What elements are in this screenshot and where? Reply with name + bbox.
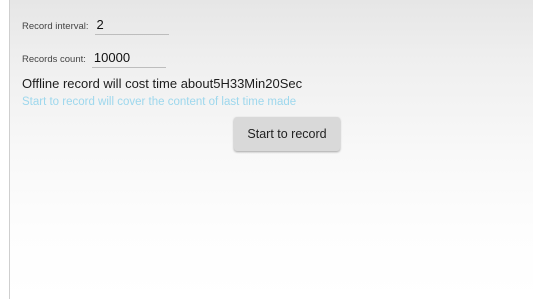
record-interval-label: Record interval: [22, 21, 89, 32]
cost-time-message: Offline record will cost time about5H33M… [22, 76, 303, 91]
overwrite-warning-message: Start to record will cover the content o… [22, 96, 297, 108]
records-count-input[interactable]: 10000 [91, 50, 166, 68]
records-count-label: Records count: [22, 54, 86, 65]
records-count-row: Records count: 10000 [22, 48, 166, 68]
record-interval-row: Record interval: 2 [22, 15, 169, 35]
record-interval-input[interactable]: 2 [94, 17, 169, 35]
start-record-button[interactable]: Start to record [234, 117, 340, 151]
record-settings-panel: Record interval: 2 Records count: 10000 … [9, 0, 533, 299]
